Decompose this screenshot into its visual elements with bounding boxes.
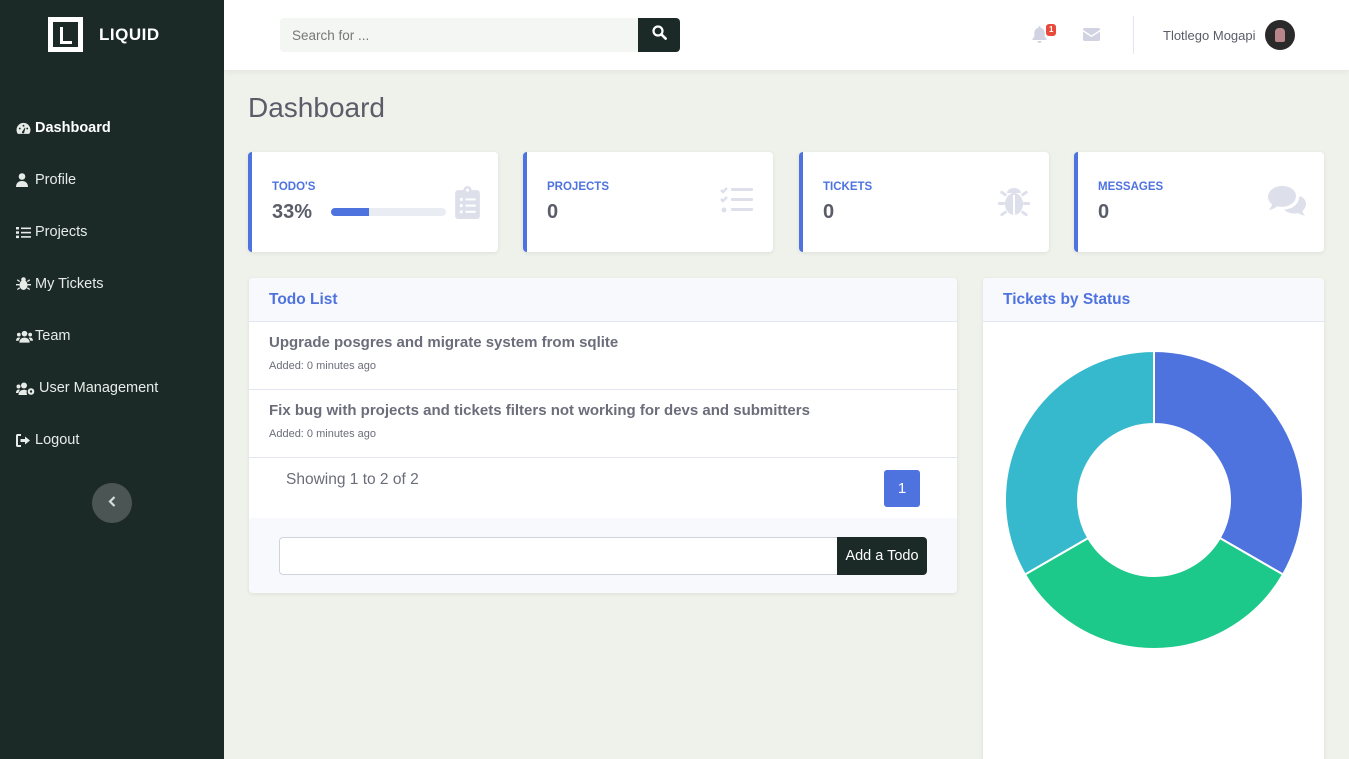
bug-icon: [998, 185, 1030, 223]
sidebar-item-my-tickets[interactable]: My Tickets: [0, 258, 224, 310]
todo-list-title: Todo List: [249, 278, 957, 322]
card-tickets: TICKETS 0: [799, 152, 1049, 252]
card-value: 0: [1098, 201, 1110, 223]
sidebar-item-user-management[interactable]: User Management: [0, 362, 224, 414]
sidebar-item-projects[interactable]: Projects: [0, 206, 224, 258]
todo-item-text: Upgrade posgres and migrate system from …: [269, 334, 619, 351]
page-1-button[interactable]: 1: [884, 470, 920, 507]
tasks-icon: [720, 186, 753, 219]
dashboard-icon: [16, 121, 33, 135]
brand-logo: [48, 17, 83, 52]
todo-list-panel: Todo List Upgrade posgres and migrate sy…: [249, 278, 957, 593]
sidebar-item-label: Team: [35, 328, 71, 344]
sidebar-item-profile[interactable]: Profile: [0, 154, 224, 206]
bug-icon: [16, 277, 33, 291]
sidebar-item-label: Profile: [35, 172, 77, 188]
sign-out-icon: [16, 433, 33, 447]
sidebar: LIQUID Dashboard Profile Projects My Tic…: [0, 0, 224, 759]
page-title: Dashboard: [248, 92, 385, 123]
card-value: 0: [823, 201, 835, 223]
chevron-left-icon: [108, 494, 116, 512]
users-icon: [16, 329, 33, 343]
search-icon: [651, 25, 667, 45]
todo-progress-fill: [331, 208, 369, 216]
card-messages: MESSAGES 0: [1074, 152, 1324, 252]
search-bar: [280, 18, 680, 52]
sidebar-item-team[interactable]: Team: [0, 310, 224, 362]
brand-name: LIQUID: [99, 24, 160, 44]
tasks-icon: [16, 225, 33, 239]
topbar: 1 Tlotlego Mogapi: [224, 0, 1349, 70]
sidebar-item-label: Logout: [35, 432, 80, 448]
sidebar-collapse-button[interactable]: [92, 483, 132, 523]
donut-slice[interactable]: [1004, 349, 1155, 576]
todo-item-text: Fix bug with projects and tickets filter…: [269, 402, 810, 419]
tickets-by-status-chart: [983, 322, 1324, 759]
user-name: Tlotlego Mogapi: [1163, 27, 1256, 43]
card-value: 0: [547, 201, 559, 223]
todo-progress-bar: [331, 208, 446, 216]
card-label: MESSAGES: [1098, 181, 1164, 193]
tickets-by-status-title: Tickets by Status: [983, 278, 1324, 322]
add-todo-row: Add a Todo: [249, 518, 957, 593]
card-label: TICKETS: [823, 181, 873, 193]
topbar-divider: [1133, 16, 1134, 54]
add-todo-button[interactable]: Add a Todo: [837, 537, 927, 575]
sidebar-item-label: Projects: [35, 224, 88, 240]
pagination-info: Showing 1 to 2 of 2: [286, 471, 419, 488]
donut-slice[interactable]: [1153, 349, 1304, 576]
bell-icon[interactable]: [1032, 26, 1047, 48]
sidebar-item-label: Dashboard: [35, 120, 111, 136]
sidebar-item-dashboard[interactable]: Dashboard: [0, 102, 224, 154]
card-todos: TODO'S 33%: [248, 152, 498, 252]
todo-item-meta: Added: 0 minutes ago: [269, 360, 377, 372]
todo-item-meta: Added: 0 minutes ago: [269, 428, 377, 440]
users-cog-icon: [16, 381, 37, 395]
card-value: 33%: [272, 201, 313, 223]
card-label: TODO'S: [272, 181, 316, 193]
donut-chart: [1004, 349, 1304, 650]
search-button[interactable]: [638, 18, 680, 52]
sidebar-item-label: My Tickets: [35, 276, 104, 292]
clipboard-list-icon: [455, 186, 480, 224]
donut-slice[interactable]: [1023, 536, 1285, 650]
card-projects: PROJECTS 0: [523, 152, 773, 252]
todo-item[interactable]: Fix bug with projects and tickets filter…: [249, 390, 957, 458]
notification-badge: 1: [1046, 24, 1057, 36]
comments-icon: [1268, 186, 1306, 221]
add-todo-input[interactable]: [279, 537, 839, 575]
search-input[interactable]: [280, 18, 638, 52]
brand[interactable]: LIQUID: [48, 17, 160, 52]
envelope-icon[interactable]: [1083, 28, 1100, 46]
sidebar-item-label: User Management: [39, 380, 159, 396]
sidebar-nav: Dashboard Profile Projects My Tickets Te…: [0, 102, 224, 466]
user-icon: [16, 173, 33, 187]
avatar: [1264, 20, 1295, 50]
sidebar-item-logout[interactable]: Logout: [0, 414, 224, 466]
pagination-row: Showing 1 to 2 of 2 1: [249, 458, 957, 519]
card-label: PROJECTS: [547, 181, 609, 193]
user-menu[interactable]: Tlotlego Mogapi: [1163, 20, 1295, 50]
tickets-by-status-panel: Tickets by Status: [983, 278, 1324, 759]
todo-item[interactable]: Upgrade posgres and migrate system from …: [249, 322, 957, 390]
